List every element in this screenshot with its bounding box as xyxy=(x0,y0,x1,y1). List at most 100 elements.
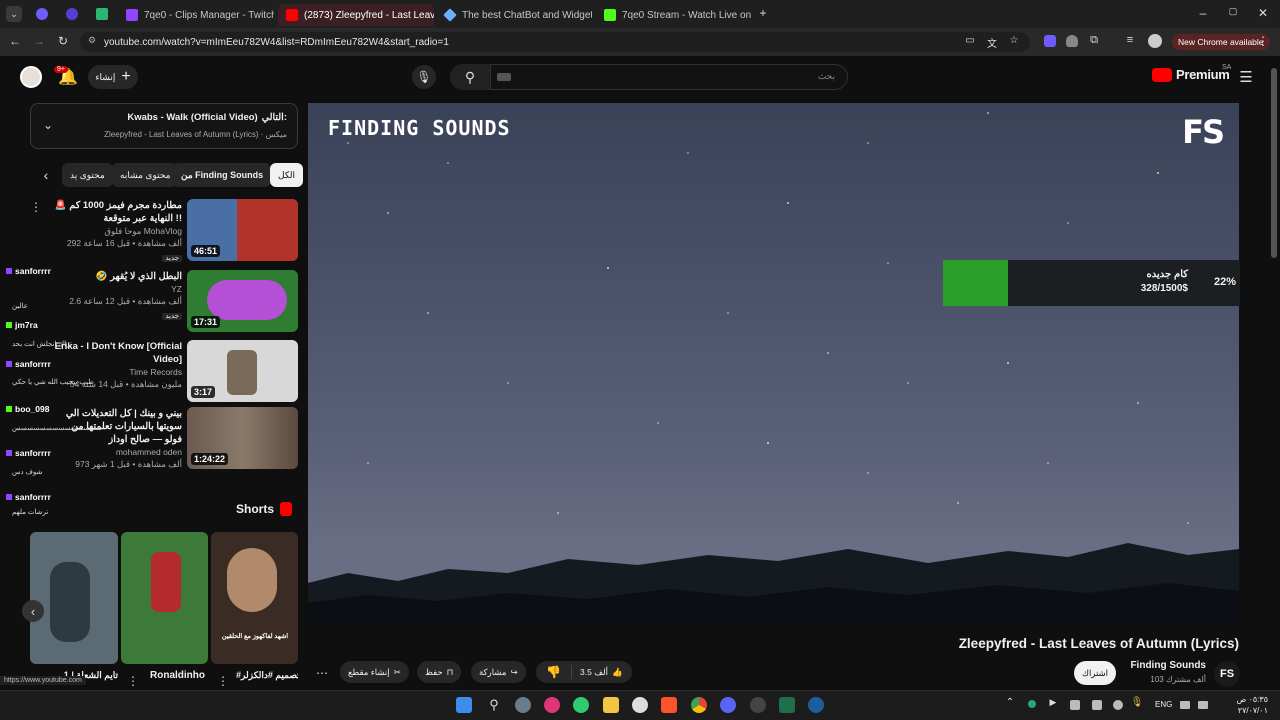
keyboard-icon[interactable] xyxy=(497,73,511,81)
tray-icon[interactable] xyxy=(1092,700,1102,710)
video-thumbnail[interactable]: 46:51 xyxy=(187,199,298,261)
maximize-icon[interactable]: ▢ xyxy=(1226,6,1240,17)
site-info-icon[interactable]: ⚙ xyxy=(86,35,98,46)
menu-dots-icon[interactable]: ⋮ xyxy=(1257,34,1269,48)
video-channel[interactable]: mohammed oden xyxy=(54,446,182,458)
tray-icon[interactable] xyxy=(1113,700,1123,710)
video-thumbnail[interactable]: 17:31 xyxy=(187,270,298,332)
pinned-tab-icon[interactable] xyxy=(66,8,78,20)
minimize-icon[interactable]: – xyxy=(1196,6,1210,20)
app-icon[interactable] xyxy=(544,697,560,713)
system-clock[interactable]: ٠٥:٣٥ ص ٢٧/٠٧/٠١ xyxy=(1218,694,1268,716)
obs-icon[interactable] xyxy=(750,697,766,713)
file-explorer-icon[interactable] xyxy=(603,697,619,713)
video-thumbnail[interactable]: 1:24:22 xyxy=(187,407,298,469)
save-button[interactable]: حفظ ⊓ xyxy=(417,661,462,683)
search-input[interactable]: بحث xyxy=(490,64,848,90)
channel-avatar[interactable]: FS xyxy=(1214,661,1240,687)
profile-avatar[interactable] xyxy=(1148,34,1162,48)
volume-icon[interactable] xyxy=(1198,701,1208,709)
shield-icon[interactable] xyxy=(1066,35,1078,47)
puzzle-icon[interactable]: ⧉ xyxy=(1088,34,1100,47)
chip-from-channel[interactable]: من Finding Sounds xyxy=(173,163,272,187)
translate-icon[interactable]: 文 xyxy=(986,35,998,50)
video-title[interactable]: Erika - I Don't Know [Official Video] xyxy=(54,340,182,366)
back-icon[interactable]: ← xyxy=(8,34,22,48)
more-options-icon[interactable]: ⋮ xyxy=(127,674,139,688)
dislike-icon[interactable]: 👎 xyxy=(536,665,572,679)
share-button[interactable]: مشاركة ↪ xyxy=(471,661,526,683)
youtube-premium-logo[interactable]: Premium xyxy=(1152,67,1230,82)
new-chrome-available-button[interactable]: New Chrome available xyxy=(1172,34,1270,50)
chip-similar[interactable]: محتوى مشابه xyxy=(112,163,179,187)
video-info[interactable]: مطاردة مجرم فيمز 1000 كم 🚨 النهاية عبر م… xyxy=(54,199,182,263)
input-language[interactable]: ENG xyxy=(1155,700,1172,709)
steam-icon[interactable] xyxy=(632,697,648,713)
video-info[interactable]: 🤣 البطل الذي لا يُقهر YZ 2.6 ألف مشاهدة … xyxy=(54,270,182,321)
short-title[interactable]: #التصميم #دالكزلر xyxy=(236,670,298,681)
play-icon[interactable]: ▶ xyxy=(1048,697,1058,708)
chrome-icon[interactable] xyxy=(691,697,707,713)
short-thumbnail[interactable]: اشهد لفاكهوز مع الحلقين xyxy=(211,532,298,664)
app-icon[interactable] xyxy=(779,697,795,713)
microphone-icon[interactable]: 🎙 xyxy=(1131,697,1144,708)
short-thumbnail[interactable] xyxy=(30,532,118,664)
chevron-left-icon[interactable]: ‹ xyxy=(22,600,44,622)
video-info[interactable]: بيني و بينك | كل التعديلات الي سويتها با… xyxy=(54,407,182,470)
app-icon[interactable] xyxy=(573,697,589,713)
install-icon[interactable]: ▭ xyxy=(964,35,976,46)
page-scrollbar[interactable] xyxy=(1270,60,1278,690)
scrollbar-thumb[interactable] xyxy=(1271,68,1277,258)
extension-icon[interactable] xyxy=(1044,35,1056,47)
steam-client-icon[interactable] xyxy=(808,697,824,713)
tab-chatbot[interactable]: The best ChatBot and Widgets ✕ xyxy=(436,4,592,26)
more-actions-icon[interactable]: ⋯ xyxy=(313,662,331,684)
channel-name[interactable]: Finding Sounds xyxy=(1130,660,1206,671)
video-title[interactable]: مطاردة مجرم فيمز 1000 كم 🚨 النهاية عبر م… xyxy=(54,199,182,225)
video-player[interactable]: FINDING SOUNDS FS xyxy=(308,103,1239,627)
chip-all[interactable]: الكل xyxy=(270,163,304,187)
tray-icon[interactable] xyxy=(1028,700,1036,708)
discord-icon[interactable] xyxy=(720,697,736,713)
pinned-tab-icon[interactable] xyxy=(96,8,108,20)
pinned-tab-icon[interactable] xyxy=(36,8,48,20)
tab-search-icon[interactable]: ⌄ xyxy=(6,6,22,22)
chip-similar-2[interactable]: محتوى يد xyxy=(62,163,113,187)
account-avatar[interactable] xyxy=(20,66,42,88)
reading-list-icon[interactable]: ≡ xyxy=(1124,34,1136,46)
search-icon[interactable]: ⚲ xyxy=(450,64,490,90)
short-title[interactable]: Ronaldinho xyxy=(150,670,212,681)
close-window-icon[interactable]: ✕ xyxy=(1256,6,1270,20)
windows-start-icon[interactable] xyxy=(456,697,472,713)
hamburger-menu-icon[interactable]: ☰ xyxy=(1238,68,1254,86)
clip-button[interactable]: إنشاء مقطع ✂ xyxy=(340,661,409,683)
wifi-icon[interactable] xyxy=(1180,701,1190,709)
settings-gear-icon[interactable] xyxy=(515,697,531,713)
subscribe-button[interactable]: اشتراك xyxy=(1074,661,1116,685)
chevron-left-icon[interactable]: ‹ xyxy=(36,165,56,185)
address-bar[interactable]: ⚙ youtube.com/watch?v=mImEeu782W4&list=R… xyxy=(80,32,1030,52)
tab-youtube[interactable]: (2873) Zleepyfred - Last Leaves ✕ xyxy=(278,4,434,26)
create-button[interactable]: إنشاء + xyxy=(88,65,138,89)
tray-icon[interactable] xyxy=(1070,700,1080,710)
new-tab-icon[interactable]: + xyxy=(756,6,770,20)
forward-icon[interactable]: → xyxy=(32,34,46,48)
mix-queue-panel[interactable]: ⌄ Kwabs - Walk (Official Video) التالي: … xyxy=(30,103,298,149)
reload-icon[interactable]: ↻ xyxy=(56,34,70,48)
video-channel[interactable]: موحا فلوق MohaVlog xyxy=(54,225,182,237)
short-thumbnail[interactable] xyxy=(121,532,208,664)
bookmark-star-icon[interactable]: ☆ xyxy=(1008,35,1020,46)
chevron-down-icon[interactable]: ⌄ xyxy=(41,118,55,132)
tab-twitch-clips[interactable]: 7qe0 - Clips Manager - Twitch ✕ xyxy=(118,4,274,26)
video-channel[interactable]: YZ xyxy=(54,283,182,295)
more-options-icon[interactable]: ⋮ xyxy=(30,200,42,214)
like-button[interactable]: 3.5 ألف 👍 xyxy=(572,667,623,678)
more-options-icon[interactable]: ⋮ xyxy=(217,674,229,688)
brave-icon[interactable] xyxy=(661,697,677,713)
tab-kick[interactable]: 7qe0 Stream - Watch Live on K ✕ xyxy=(596,4,752,26)
video-title[interactable]: 🤣 البطل الذي لا يُقهر xyxy=(54,270,182,283)
video-thumbnail[interactable]: 3:17 xyxy=(187,340,298,402)
video-channel[interactable]: Time Records xyxy=(54,366,182,378)
taskbar-search-icon[interactable]: ⚲ xyxy=(486,697,502,713)
chevron-up-icon[interactable]: ⌃ xyxy=(1004,697,1016,708)
